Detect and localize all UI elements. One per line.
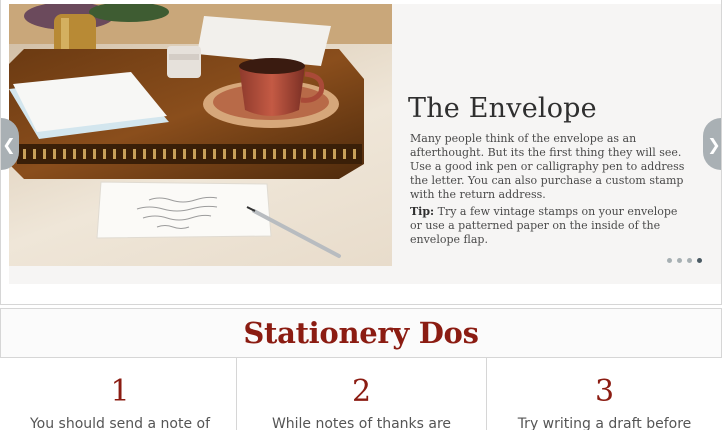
section-header: Stationery Dos bbox=[0, 308, 722, 358]
tip-column: 3 Try writing a draft before bbox=[486, 358, 722, 430]
slide-title: The Envelope bbox=[408, 93, 597, 124]
tip-text: While notes of thanks are bbox=[271, 416, 452, 430]
slide-tip: Tip: Try a few vintage stamps on your en… bbox=[410, 205, 690, 247]
slide-dot-active[interactable] bbox=[697, 258, 702, 263]
tip-text: Try writing a draft before bbox=[517, 416, 692, 430]
envelope-photo bbox=[9, 4, 392, 258]
slider-next-button[interactable]: ❯ bbox=[703, 118, 721, 170]
chevron-left-icon: ❮ bbox=[2, 134, 16, 154]
section-title: Stationery Dos bbox=[243, 316, 479, 350]
tip-number: 2 bbox=[351, 374, 372, 409]
slide-dot[interactable] bbox=[677, 258, 682, 263]
tip-column: 2 While notes of thanks are bbox=[236, 358, 486, 430]
slide-photo bbox=[9, 4, 392, 266]
tip-text: Try a few vintage stamps on your envelop… bbox=[410, 205, 678, 246]
tip-number: 3 bbox=[594, 374, 615, 409]
slide-dot[interactable] bbox=[667, 258, 672, 263]
slide-pagination bbox=[667, 258, 702, 264]
tips-columns: 1 You should send a note of 2 While note… bbox=[0, 358, 722, 430]
chevron-right-icon: ❯ bbox=[707, 134, 721, 154]
tip-number: 1 bbox=[110, 374, 130, 409]
tip-label: Tip: bbox=[410, 205, 435, 218]
tip-column: 1 You should send a note of bbox=[0, 358, 240, 430]
image-slider: The Envelope Many people think of the en… bbox=[0, 0, 722, 305]
tip-text: You should send a note of bbox=[29, 416, 211, 430]
slide: The Envelope Many people think of the en… bbox=[9, 4, 721, 284]
slide-dot[interactable] bbox=[687, 258, 692, 263]
slide-description: Many people think of the envelope as an … bbox=[410, 132, 685, 201]
